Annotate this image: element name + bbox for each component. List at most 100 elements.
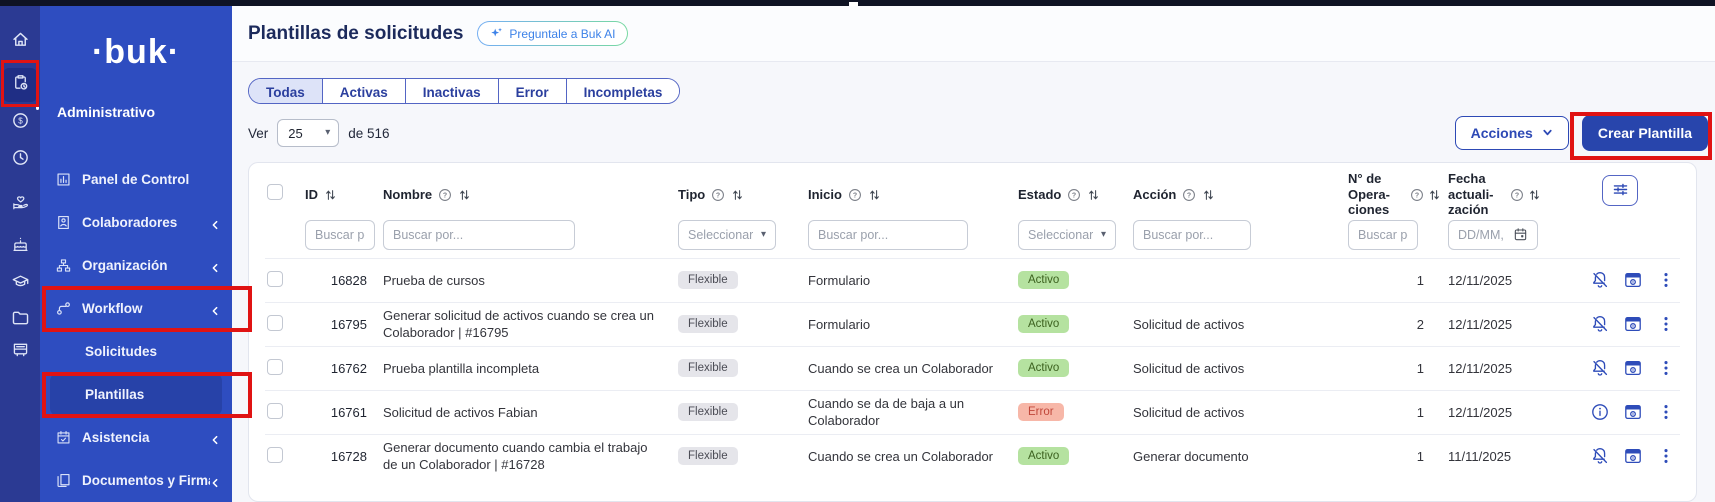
preview-button[interactable] (1623, 358, 1643, 378)
sidebar-item-panel-de-control[interactable]: Panel de Control (40, 158, 232, 201)
documents-icon (55, 472, 72, 489)
column-header-nombre[interactable]: Nombre? (383, 187, 678, 202)
rail-item-clock[interactable] (3, 143, 37, 177)
column-header-label: Tipo (678, 187, 705, 202)
fecha-text: 12/11/2025 (1448, 273, 1558, 288)
filter-input-inicio[interactable] (808, 220, 968, 250)
sidebar-item-colaboradores[interactable]: Colaboradores (40, 201, 232, 244)
column-settings-button[interactable] (1602, 175, 1638, 206)
column-header-estado[interactable]: Estado? (1018, 187, 1133, 202)
notifications-off-button[interactable] (1590, 446, 1610, 466)
rail-item-folder[interactable] (3, 303, 37, 337)
filter-input-id[interactable] (305, 220, 375, 250)
chevron-left-icon (210, 261, 220, 271)
help-icon: ? (1410, 188, 1424, 202)
buk-logo: ·buk· (40, 30, 232, 74)
filter-input-accion[interactable] (1133, 220, 1251, 250)
rail-item-hand-heart[interactable] (3, 188, 37, 222)
row-checkbox[interactable] (267, 315, 283, 331)
sidebar-item-workflow[interactable]: Workflow (40, 287, 232, 330)
sidebar-item-documentos-y-firma[interactable]: Documentos y Firma (40, 459, 232, 502)
template-name: Prueba de cursos (383, 272, 678, 290)
column-header-fecha-actuali-zacion[interactable]: Fecha actuali-zación? (1448, 171, 1558, 218)
ask-buk-ai-label: Preguntale a Buk AI (509, 27, 615, 41)
preview-button[interactable] (1623, 314, 1643, 334)
sidebar-item-label: Organización (82, 258, 210, 273)
row-menu-button[interactable] (1656, 314, 1676, 334)
table-row: 16761Solicitud de activos FabianFlexible… (265, 390, 1680, 434)
filter-cell (808, 220, 1018, 250)
filter-input-n-de-opera-ciones[interactable] (1348, 220, 1418, 250)
sidebar-item-asistencia[interactable]: Asistencia (40, 416, 232, 459)
filter-input-nombre[interactable] (383, 220, 575, 250)
tab-activas[interactable]: Activas (322, 79, 405, 103)
tipo-badge: Flexible (678, 359, 738, 377)
filter-select-tipo[interactable]: Seleccionar▾ (678, 220, 776, 250)
tab-inactivas[interactable]: Inactivas (405, 79, 498, 103)
rail-item-cake[interactable] (3, 230, 37, 264)
notifications-off-button[interactable] (1590, 270, 1610, 290)
error-info-button[interactable] (1590, 402, 1610, 422)
template-name: Generar solicitud de activos cuando se c… (383, 307, 678, 342)
sparkle-icon (490, 27, 503, 40)
svg-text:?: ? (853, 192, 857, 199)
rail-item-bus[interactable] (3, 335, 37, 369)
row-actions (1558, 402, 1680, 422)
rail-item-graduation-cap[interactable] (3, 267, 37, 301)
row-checkbox[interactable] (267, 403, 283, 419)
notifications-off-button[interactable] (1590, 314, 1610, 334)
table-toolbar: Ver 25 ▾ de 516 Acciones Crear Plantilla (248, 115, 1708, 151)
rail-item-clipboard-clock[interactable] (3, 68, 37, 102)
operaciones-count: 2 (1348, 317, 1448, 332)
template-id: 16728 (305, 449, 383, 464)
sort-icon (1087, 188, 1100, 202)
sidebar-item-organizacion[interactable]: Organización (40, 244, 232, 287)
page-header: Plantillas de solicitudes Preguntale a B… (232, 6, 1715, 62)
preview-button[interactable] (1623, 402, 1643, 422)
preview-button[interactable] (1623, 446, 1643, 466)
ask-buk-ai-button[interactable]: Preguntale a Buk AI (477, 21, 628, 46)
filter-select-estado[interactable]: Seleccionar▾ (1018, 220, 1116, 250)
sidebar-item-plantillas[interactable]: Plantillas (50, 373, 222, 416)
column-header-accion[interactable]: Acción? (1133, 187, 1348, 202)
filter-date-fecha-actuali-zacion[interactable]: DD/MM, (1448, 220, 1538, 250)
row-menu-button[interactable] (1656, 446, 1676, 466)
column-header-inicio[interactable]: Inicio? (808, 187, 1018, 202)
per-page-select[interactable]: 25 ▾ (277, 119, 339, 147)
sort-icon (458, 188, 471, 202)
notifications-off-icon (1590, 446, 1610, 466)
column-header-id[interactable]: ID (305, 187, 383, 202)
acciones-button[interactable]: Acciones (1455, 116, 1569, 150)
notifications-off-button[interactable] (1590, 358, 1610, 378)
row-checkbox-cell (265, 315, 305, 334)
row-menu-button[interactable] (1656, 270, 1676, 290)
filter-placeholder: Seleccionar (688, 228, 753, 242)
tab-todas[interactable]: Todas (249, 79, 322, 103)
tab-incompletas[interactable]: Incompletas (566, 79, 680, 103)
operaciones-count: 1 (1348, 361, 1448, 376)
folder-icon (11, 308, 30, 332)
column-header-n-de-opera-ciones[interactable]: N° de Opera-ciones? (1348, 171, 1448, 218)
inicio-text: Cuando se da de baja a un Colaborador (808, 395, 1018, 430)
chevron-left-icon (210, 476, 220, 486)
select-all-checkbox[interactable] (267, 184, 283, 200)
row-checkbox[interactable] (267, 447, 283, 463)
sidebar-item-label: Asistencia (82, 430, 210, 445)
column-header-label: Fecha actuali-zación (1448, 171, 1506, 218)
rail-item-money[interactable]: $ (3, 106, 37, 140)
row-menu-button[interactable] (1656, 358, 1676, 378)
column-header-tipo[interactable]: Tipo? (678, 187, 808, 202)
row-menu-button[interactable] (1656, 402, 1676, 422)
row-checkbox[interactable] (267, 271, 283, 287)
crear-plantilla-button[interactable]: Crear Plantilla (1582, 115, 1708, 151)
sidebar-item-solicitudes[interactable]: Solicitudes (40, 330, 232, 373)
preview-button[interactable] (1623, 270, 1643, 290)
estado-cell: Error (1018, 403, 1133, 421)
toolbar-actions: Acciones Crear Plantilla (1455, 115, 1708, 151)
column-header-label: Estado (1018, 187, 1061, 202)
rail-item-home[interactable] (3, 25, 37, 59)
tab-error[interactable]: Error (498, 79, 566, 103)
row-checkbox[interactable] (267, 359, 283, 375)
tipo-cell: Flexible (678, 403, 808, 421)
filter-cell (383, 220, 678, 250)
